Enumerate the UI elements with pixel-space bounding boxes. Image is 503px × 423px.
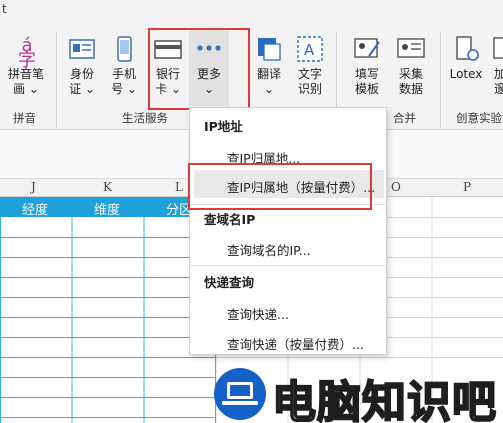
- id-card-icon: [67, 34, 97, 64]
- group-divider: [56, 32, 57, 128]
- translate-label: 翻译 ⌄: [256, 67, 281, 96]
- fill-template-button[interactable]: 填写 模板: [346, 34, 388, 97]
- collect-data-icon: [396, 34, 426, 64]
- menu-section-ip: IP地址: [204, 119, 243, 134]
- idcard-button[interactable]: 身份 证 ⌄: [62, 34, 102, 97]
- svg-text:A: A: [304, 41, 315, 59]
- lotex-label: Lotex: [449, 67, 483, 81]
- translate-button[interactable]: 翻译 ⌄: [250, 34, 288, 97]
- table-header-longitude[interactable]: 经度: [22, 199, 48, 218]
- title-bar: t: [0, 0, 503, 24]
- pinyin-stroke-label: 拼音笔 画 ⌄: [7, 67, 44, 96]
- fill-template-icon: [352, 34, 382, 64]
- pinyin-stroke-button[interactable]: á字 拼音笔 画 ⌄: [4, 34, 48, 97]
- table-header-latitude[interactable]: 维度: [94, 199, 120, 218]
- window-title: t: [2, 2, 7, 16]
- column-header-p[interactable]: P: [463, 180, 471, 194]
- text-recognition-button[interactable]: A 文字 识别: [290, 34, 330, 97]
- phone-icon: [109, 34, 139, 64]
- plugin-icon: [490, 34, 503, 64]
- text-recognition-label: 文字 识别: [297, 67, 322, 96]
- collect-data-button[interactable]: 采集 数据: [390, 34, 432, 97]
- phone-number-label: 手机 号 ⌄: [111, 67, 137, 96]
- plugin-label: 加 邃: [493, 67, 503, 96]
- table-header-row: 经度 维度 分区: [0, 197, 216, 218]
- pinyin-a-icon: á字: [11, 34, 41, 70]
- plugin-button[interactable]: 加 邃: [490, 34, 503, 97]
- menu-section-domain-ip: 查域名IP: [204, 212, 256, 227]
- column-header-l[interactable]: L: [175, 180, 183, 194]
- laptop-logo-icon: [214, 368, 266, 420]
- group-divider: [440, 32, 441, 128]
- lotex-icon: [451, 34, 481, 64]
- phone-number-button[interactable]: 手机 号 ⌄: [104, 34, 144, 97]
- pinyin-icon-text: á字: [18, 35, 36, 71]
- lotex-button[interactable]: Lotex: [446, 34, 486, 82]
- group-merge: 合并: [393, 111, 416, 125]
- idcard-label: 身份 证 ⌄: [69, 67, 95, 96]
- menu-section-express: 快递查询: [204, 275, 255, 290]
- watermark-text: 电脑知识吧: [271, 376, 497, 423]
- more-dropdown-menu: IP地址 查IP归属地... 查IP归属地（按量付费）... 查域名IP 查询域…: [189, 107, 387, 355]
- group-life-service: 生活服务: [122, 111, 168, 125]
- menu-item-express-lookup-paid[interactable]: 查询快递（按量付费）...: [227, 334, 364, 353]
- paid-ip-highlight-box: [188, 163, 372, 210]
- text-recognition-icon: A: [295, 34, 325, 64]
- translate-icon: [254, 34, 284, 64]
- group-creative: 创意实验: [456, 111, 502, 125]
- menu-item-express-lookup[interactable]: 查询快递...: [227, 304, 289, 323]
- collect-data-label: 采集 数据: [398, 67, 423, 96]
- column-header-o[interactable]: O: [391, 180, 401, 194]
- menu-item-domain-ip[interactable]: 查询域名的IP...: [227, 240, 311, 259]
- menu-separator: [190, 265, 386, 266]
- column-header-j[interactable]: J: [31, 180, 36, 194]
- group-pinyin: 拼音: [13, 111, 36, 125]
- watermark: 电脑知识吧: [214, 366, 503, 423]
- more-highlight-box: [148, 28, 250, 110]
- column-header-k[interactable]: K: [103, 180, 112, 194]
- fill-template-label: 填写 模板: [354, 67, 379, 96]
